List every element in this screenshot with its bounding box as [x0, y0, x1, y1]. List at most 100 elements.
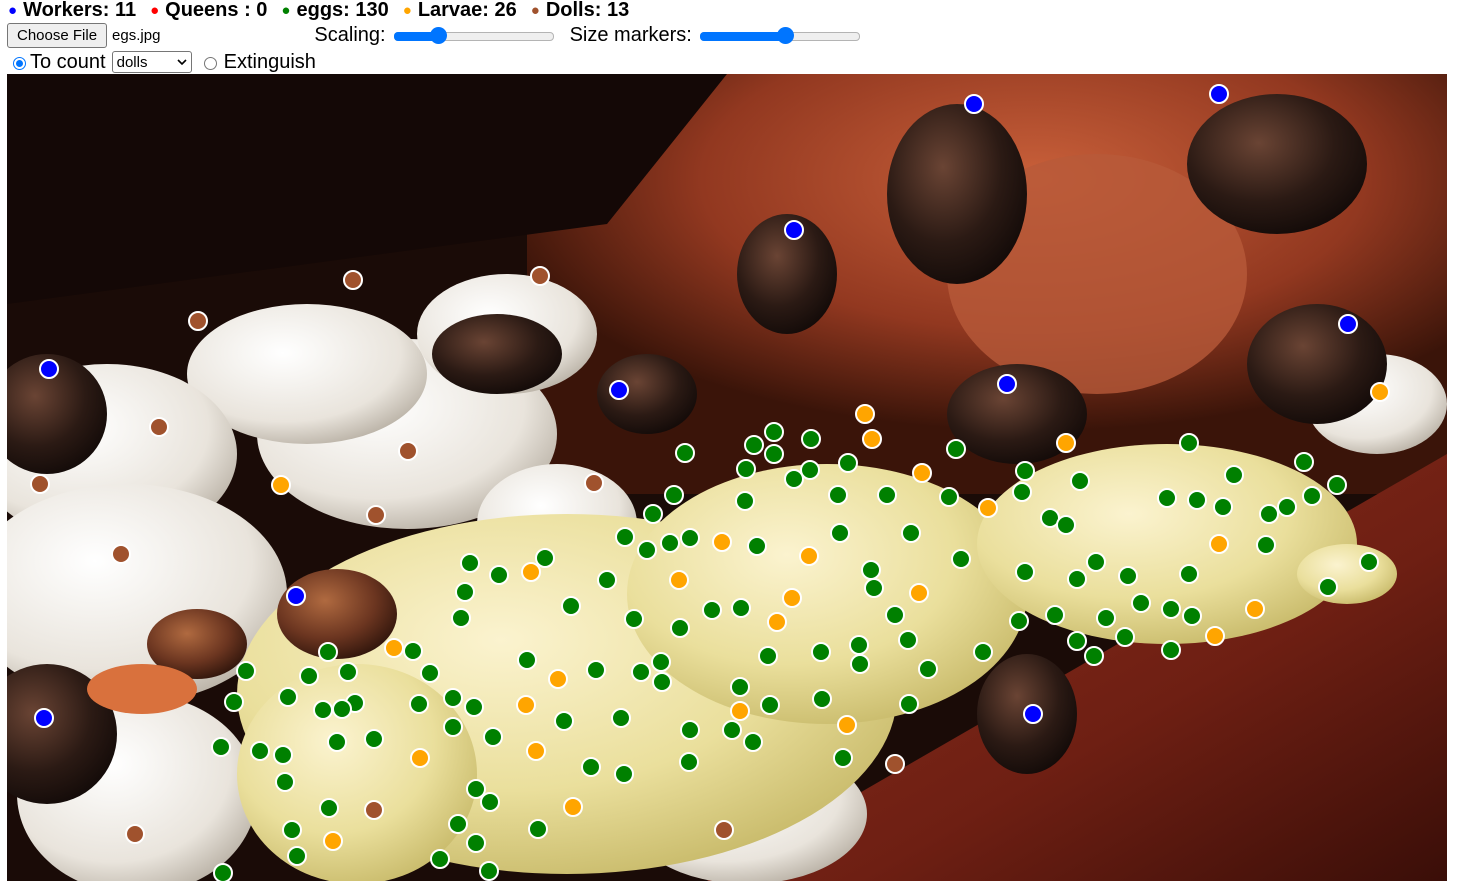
eggs-marker[interactable]: [586, 660, 606, 680]
larvae-marker[interactable]: [384, 638, 404, 658]
eggs-marker[interactable]: [611, 708, 631, 728]
eggs-marker[interactable]: [597, 570, 617, 590]
eggs-marker[interactable]: [624, 609, 644, 629]
eggs-marker[interactable]: [466, 779, 486, 799]
eggs-marker[interactable]: [877, 485, 897, 505]
eggs-marker[interactable]: [489, 565, 509, 585]
eggs-marker[interactable]: [1131, 593, 1151, 613]
scaling-slider[interactable]: [393, 25, 554, 45]
larvae-marker[interactable]: [526, 741, 546, 761]
eggs-marker[interactable]: [680, 528, 700, 548]
eggs-marker[interactable]: [849, 635, 869, 655]
eggs-marker[interactable]: [528, 819, 548, 839]
eggs-marker[interactable]: [758, 646, 778, 666]
larvae-marker[interactable]: [712, 532, 732, 552]
eggs-marker[interactable]: [801, 429, 821, 449]
eggs-marker[interactable]: [1327, 475, 1347, 495]
eggs-marker[interactable]: [1359, 552, 1379, 572]
eggs-marker[interactable]: [1115, 627, 1135, 647]
eggs-marker[interactable]: [1157, 488, 1177, 508]
eggs-marker[interactable]: [430, 849, 450, 869]
larvae-marker[interactable]: [516, 695, 536, 715]
larvae-marker[interactable]: [855, 404, 875, 424]
workers-marker[interactable]: [1023, 704, 1043, 724]
eggs-marker[interactable]: [901, 523, 921, 543]
eggs-marker[interactable]: [731, 598, 751, 618]
eggs-marker[interactable]: [939, 487, 959, 507]
larvae-marker[interactable]: [669, 570, 689, 590]
eggs-marker[interactable]: [327, 732, 347, 752]
eggs-marker[interactable]: [1187, 490, 1207, 510]
eggs-marker[interactable]: [764, 444, 784, 464]
dolls-marker[interactable]: [885, 754, 905, 774]
larvae-marker[interactable]: [912, 463, 932, 483]
eggs-marker[interactable]: [651, 652, 671, 672]
eggs-marker[interactable]: [730, 677, 750, 697]
eggs-marker[interactable]: [1224, 465, 1244, 485]
eggs-marker[interactable]: [951, 549, 971, 569]
eggs-marker[interactable]: [535, 548, 555, 568]
dolls-marker[interactable]: [149, 417, 169, 437]
eggs-marker[interactable]: [236, 661, 256, 681]
eggs-marker[interactable]: [318, 642, 338, 662]
larvae-marker[interactable]: [730, 701, 750, 721]
eggs-marker[interactable]: [747, 536, 767, 556]
larvae-marker[interactable]: [563, 797, 583, 817]
ant-nest-photo[interactable]: [7, 74, 1447, 881]
eggs-marker[interactable]: [443, 688, 463, 708]
eggs-marker[interactable]: [460, 553, 480, 573]
eggs-marker[interactable]: [1118, 566, 1138, 586]
eggs-marker[interactable]: [313, 700, 333, 720]
eggs-marker[interactable]: [278, 687, 298, 707]
eggs-marker[interactable]: [1015, 461, 1035, 481]
eggs-marker[interactable]: [332, 699, 352, 719]
larvae-marker[interactable]: [271, 475, 291, 495]
eggs-marker[interactable]: [830, 523, 850, 543]
larvae-marker[interactable]: [1056, 433, 1076, 453]
eggs-marker[interactable]: [652, 672, 672, 692]
eggs-marker[interactable]: [946, 439, 966, 459]
slider-thumb[interactable]: [430, 27, 448, 44]
eggs-marker[interactable]: [743, 732, 763, 752]
dolls-marker[interactable]: [714, 820, 734, 840]
eggs-marker[interactable]: [1067, 631, 1087, 651]
workers-marker[interactable]: [609, 380, 629, 400]
larvae-marker[interactable]: [410, 748, 430, 768]
eggs-marker[interactable]: [631, 662, 651, 682]
eggs-marker[interactable]: [861, 560, 881, 580]
larvae-marker[interactable]: [799, 546, 819, 566]
eggs-marker[interactable]: [800, 460, 820, 480]
larvae-marker[interactable]: [909, 583, 929, 603]
eggs-marker[interactable]: [664, 485, 684, 505]
eggs-marker[interactable]: [479, 861, 499, 881]
eggs-marker[interactable]: [637, 540, 657, 560]
eggs-marker[interactable]: [1294, 452, 1314, 472]
eggs-marker[interactable]: [409, 694, 429, 714]
dolls-marker[interactable]: [364, 800, 384, 820]
eggs-marker[interactable]: [1259, 504, 1279, 524]
workers-marker[interactable]: [997, 374, 1017, 394]
eggs-marker[interactable]: [702, 600, 722, 620]
eggs-marker[interactable]: [784, 469, 804, 489]
larvae-marker[interactable]: [548, 669, 568, 689]
larvae-marker[interactable]: [862, 429, 882, 449]
workers-marker[interactable]: [964, 94, 984, 114]
larvae-marker[interactable]: [521, 562, 541, 582]
eggs-marker[interactable]: [973, 642, 993, 662]
eggs-marker[interactable]: [838, 453, 858, 473]
eggs-marker[interactable]: [1179, 433, 1199, 453]
eggs-marker[interactable]: [760, 695, 780, 715]
eggs-marker[interactable]: [1256, 535, 1276, 555]
workers-marker[interactable]: [34, 708, 54, 728]
eggs-marker[interactable]: [1009, 611, 1029, 631]
eggs-marker[interactable]: [828, 485, 848, 505]
eggs-marker[interactable]: [864, 578, 884, 598]
dolls-marker[interactable]: [398, 441, 418, 461]
eggs-marker[interactable]: [451, 608, 471, 628]
eggs-marker[interactable]: [403, 641, 423, 661]
extinguish-label[interactable]: Extinguish: [224, 51, 316, 74]
eggs-marker[interactable]: [466, 833, 486, 853]
eggs-marker[interactable]: [811, 642, 831, 662]
eggs-marker[interactable]: [1086, 552, 1106, 572]
eggs-marker[interactable]: [615, 527, 635, 547]
